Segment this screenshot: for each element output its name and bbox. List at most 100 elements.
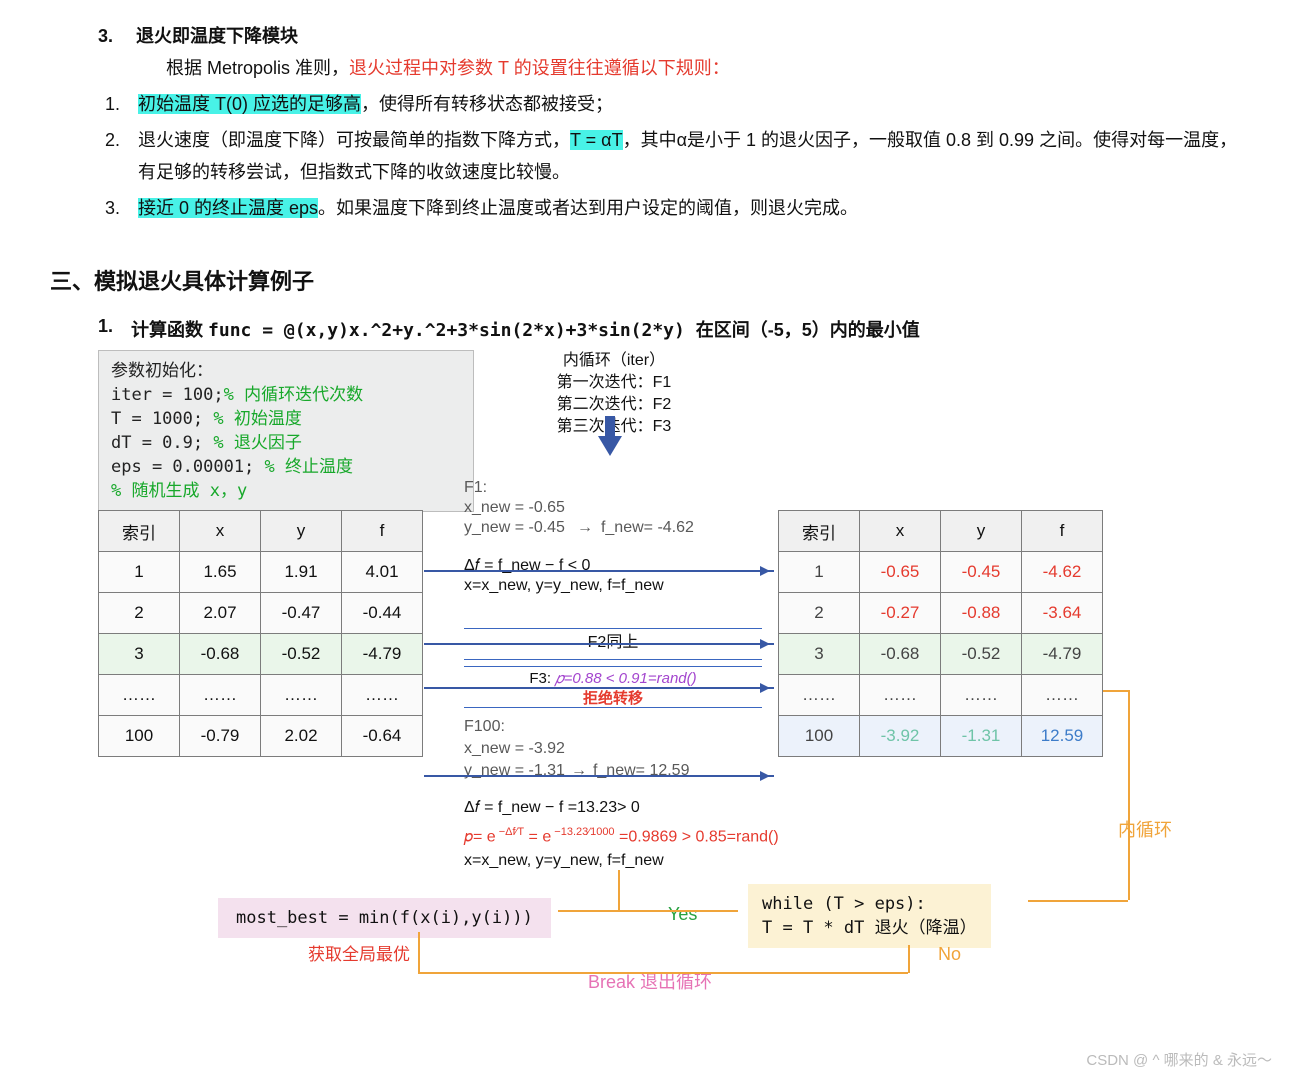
table-row: …………………… bbox=[99, 675, 423, 716]
params-l4b: % 终止温度 bbox=[265, 457, 353, 477]
params-l4a: eps = 0.00001; bbox=[111, 457, 265, 477]
orange-line-icon bbox=[618, 870, 620, 910]
arrow-4-icon bbox=[424, 775, 774, 777]
iter-title: 内循环（iter） bbox=[454, 350, 774, 372]
th-idx: 索引 bbox=[779, 511, 860, 552]
most-best-box: most_best = min(f(x(i),y(i))) bbox=[218, 898, 551, 938]
rule-1: 1. 初始温度 T(0) 应选的足够高，使得所有转移状态都被接受； bbox=[100, 88, 1240, 120]
heading-3: 3. 退火即温度下降模块 bbox=[98, 20, 1240, 52]
metropolis-b: 退火过程中对参数 T 的设置往往遵循以下规则： bbox=[349, 58, 730, 78]
rule-3: 3. 接近 0 的终止温度 eps。如果温度下降到终止温度或者达到用户设定的阈值… bbox=[100, 192, 1240, 224]
th-f: f bbox=[342, 511, 423, 552]
th-y: y bbox=[941, 511, 1022, 552]
assign2: x=x_new, y=y_new, f=f_new bbox=[464, 849, 804, 873]
f3-refuse: 拒绝转移 bbox=[464, 689, 762, 709]
orange-line-icon bbox=[558, 910, 738, 912]
table-row: …………………… bbox=[779, 675, 1103, 716]
watermark: CSDN @ ^ 哪来的 & 永远～ bbox=[1086, 1049, 1272, 1070]
heading-3-num: 3. bbox=[98, 26, 113, 46]
diagram: 参数初始化： iter = 100;% 内循环迭代次数 T = 1000; % … bbox=[98, 350, 1248, 990]
params-l3a: dT = 0.9; bbox=[111, 433, 213, 453]
doc-top: 3. 退火即温度下降模块 根据 Metropolis 准则，退火过程中对参数 T… bbox=[50, 20, 1240, 224]
params-l2b: % 初始温度 bbox=[213, 409, 301, 429]
arrow-2-icon bbox=[424, 643, 774, 645]
inner-loop-label: 内循环 bbox=[1118, 816, 1172, 842]
while-l2: T = T * dT 退火（降温） bbox=[762, 916, 977, 940]
th-x: x bbox=[180, 511, 261, 552]
while-box: while (T > eps): T = T * dT 退火（降温） bbox=[748, 884, 991, 948]
table-row: 100-3.92-1.3112.59 bbox=[779, 716, 1103, 757]
th-f: f bbox=[1022, 511, 1103, 552]
f3-p: 𝑝=0.88 < 0.91=rand() bbox=[555, 670, 696, 687]
rule-1-rest: ，使得所有转移状态都被接受； bbox=[361, 94, 613, 114]
f1-block: F1: x_new = -0.65 y_new = -0.45→f_new= -… bbox=[464, 478, 694, 596]
params-title: 参数初始化： bbox=[111, 359, 461, 383]
f1-f: f_new= -4.62 bbox=[601, 518, 694, 538]
rule-3-rest: 。如果温度下降到终止温度或者达到用户设定的阈值，则退火完成。 bbox=[318, 198, 858, 218]
params-box: 参数初始化： iter = 100;% 内循环迭代次数 T = 1000; % … bbox=[98, 350, 474, 512]
f3-a: F3: bbox=[529, 670, 555, 687]
f100-f: f_new= 12.59 bbox=[593, 760, 690, 782]
f1-x: x_new = -0.65 bbox=[464, 499, 565, 516]
p-line: 𝑝= e −Δf⁄T = e −13.23⁄1000 =0.9869 > 0.8… bbox=[464, 820, 804, 849]
metropolis-line: 根据 Metropolis 准则，退火过程中对参数 T 的设置往往遵循以下规则： bbox=[166, 52, 1240, 84]
rule-2-hl: T = αT bbox=[570, 130, 623, 150]
arrow-3-icon bbox=[424, 687, 774, 689]
global-opt-label: 获取全局最优 bbox=[308, 940, 410, 965]
params-l5: % 随机生成 x，y bbox=[111, 479, 461, 503]
left-table: 索引xyf 11.651.914.01 22.07-0.47-0.44 3-0.… bbox=[98, 510, 423, 757]
example-a: 计算函数 bbox=[131, 320, 208, 340]
rule-2: 2. 退火速度（即温度下降）可按最简单的指数下降方式，T = αT，其中α是小于… bbox=[100, 124, 1240, 188]
rule-1-hl: 初始温度 T(0) 应选的足够高 bbox=[138, 94, 361, 114]
f100-x: x_new = -3.92 bbox=[464, 738, 774, 760]
th-idx: 索引 bbox=[99, 511, 180, 552]
table-row: 3-0.68-0.52-4.79 bbox=[779, 634, 1103, 675]
example-code: func = @(x,y)x.^2+y.^2+3*sin(2*x)+3*sin(… bbox=[208, 320, 696, 341]
table-row: 1-0.65-0.45-4.62 bbox=[779, 552, 1103, 593]
metropolis-a: 根据 Metropolis 准则， bbox=[166, 58, 349, 78]
rule-3-num: 3. bbox=[100, 192, 120, 224]
yes-label: Yes bbox=[668, 904, 697, 925]
orange-line-icon bbox=[908, 945, 910, 973]
f100-label: F100: bbox=[464, 716, 774, 738]
f1-assign: x=x_new, y=y_new, f=f_new bbox=[464, 576, 694, 596]
orange-line-icon bbox=[1128, 690, 1130, 900]
params-l1a: iter = 100; bbox=[111, 385, 224, 405]
heading-3-text: 退火即温度下降模块 bbox=[136, 26, 298, 46]
table-row: 3-0.68-0.52-4.79 bbox=[99, 634, 423, 675]
f1-df: Δ𝑓 = f_new − f < 0 bbox=[464, 556, 694, 576]
orange-line-icon bbox=[1028, 900, 1128, 902]
orange-line-icon bbox=[1103, 690, 1128, 692]
orange-line-icon bbox=[418, 972, 908, 974]
params-l1b: % 内循环迭代次数 bbox=[224, 385, 363, 405]
table-row: 100-0.792.02-0.64 bbox=[99, 716, 423, 757]
arrow-1-icon bbox=[424, 570, 774, 572]
orange-line-icon bbox=[418, 932, 420, 972]
arrow-down-icon bbox=[598, 436, 622, 468]
iter-1: 第一次迭代：F1 bbox=[454, 372, 774, 394]
th-y: y bbox=[261, 511, 342, 552]
df2: Δ𝑓 = f_new − f =13.23> 0 bbox=[464, 796, 804, 820]
params-l2a: T = 1000; bbox=[111, 409, 213, 429]
rule-3-hl: 接近 0 的终止温度 eps bbox=[138, 198, 318, 218]
eq-block: Δ𝑓 = f_new − f =13.23> 0 𝑝= e −Δf⁄T = e … bbox=[464, 796, 804, 873]
no-label: No bbox=[938, 944, 961, 965]
while-l1: while (T > eps): bbox=[762, 892, 977, 916]
table-row: 22.07-0.47-0.44 bbox=[99, 593, 423, 634]
right-table: 索引xyf 1-0.65-0.45-4.62 2-0.27-0.88-3.64 … bbox=[778, 510, 1103, 757]
f100-block: F100: x_new = -3.92 y_new = -1.31→f_new=… bbox=[464, 716, 774, 782]
table-row: 2-0.27-0.88-3.64 bbox=[779, 593, 1103, 634]
params-l3b: % 退火因子 bbox=[213, 433, 301, 453]
f1-label: F1: bbox=[464, 478, 694, 498]
table-row: 11.651.914.01 bbox=[99, 552, 423, 593]
rule-2-num: 2. bbox=[100, 124, 120, 188]
iter-2: 第二次迭代：F2 bbox=[454, 394, 774, 416]
section-heading-3: 三、模拟退火具体计算例子 bbox=[50, 264, 1240, 296]
rule-2-a: 退火速度（即温度下降）可按最简单的指数下降方式， bbox=[138, 130, 570, 150]
f1-y: y_new = -0.45 bbox=[464, 518, 565, 538]
example-heading: 1. 计算函数 func = @(x,y)x.^2+y.^2+3*sin(2*x… bbox=[98, 316, 1240, 342]
rule-1-num: 1. bbox=[100, 88, 120, 120]
example-num: 1. bbox=[98, 316, 113, 342]
example-b: 在区间（-5，5）内的最小值 bbox=[696, 320, 920, 340]
th-x: x bbox=[860, 511, 941, 552]
